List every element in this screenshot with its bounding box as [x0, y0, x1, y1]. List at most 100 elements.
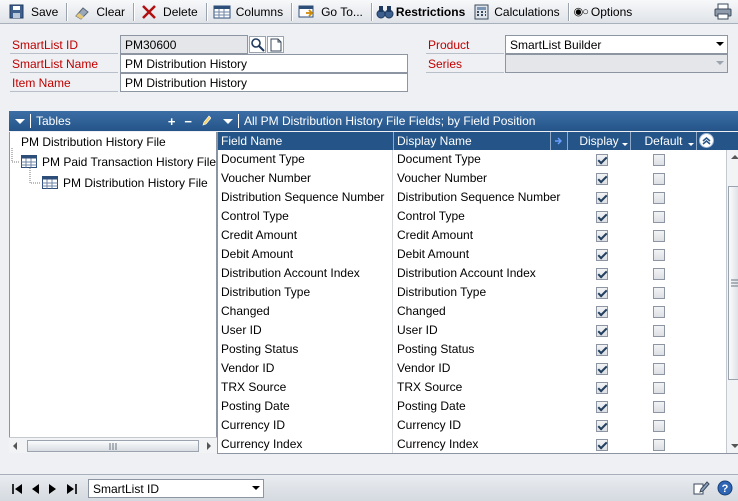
previous-record-icon[interactable]: [31, 484, 43, 494]
display-checkbox[interactable]: [596, 230, 608, 242]
display-name-cell[interactable]: Currency Index: [394, 435, 567, 453]
display-checkbox[interactable]: [596, 325, 608, 337]
field-name-cell[interactable]: Currency Index: [218, 435, 393, 453]
collapse-chevron-icon[interactable]: [223, 118, 233, 124]
sort-arrow-button[interactable]: [551, 132, 568, 150]
default-checkbox[interactable]: [653, 249, 665, 261]
display-checkbox[interactable]: [596, 363, 608, 375]
item-name-field[interactable]: PM Distribution History: [120, 73, 408, 92]
table-row[interactable]: Distribution Account Index Distribution A…: [218, 264, 715, 283]
display-checkbox[interactable]: [596, 401, 608, 413]
add-table-icon[interactable]: +: [168, 114, 176, 129]
scroll-thumb[interactable]: [27, 440, 199, 452]
collapse-rows-button[interactable]: [699, 133, 714, 148]
display-name-cell[interactable]: User ID: [394, 321, 567, 340]
default-checkbox[interactable]: [653, 192, 665, 204]
remove-table-icon[interactable]: −: [184, 114, 192, 129]
note-pencil-icon[interactable]: [692, 480, 710, 496]
table-row[interactable]: Control Type Control Type: [218, 207, 715, 226]
display-name-cell[interactable]: Credit Amount: [394, 226, 567, 245]
table-row[interactable]: Credit Amount Credit Amount: [218, 226, 715, 245]
default-checkbox[interactable]: [653, 344, 665, 356]
calculations-button[interactable]: Calculations: [471, 1, 565, 23]
display-checkbox[interactable]: [596, 268, 608, 280]
display-checkbox[interactable]: [596, 287, 608, 299]
table-row[interactable]: User ID User ID: [218, 321, 715, 340]
options-button[interactable]: ◉○ Options: [571, 1, 639, 23]
field-name-cell[interactable]: Vendor ID: [218, 359, 393, 378]
column-header-display-name[interactable]: Display Name: [394, 132, 551, 150]
last-record-icon[interactable]: [66, 484, 78, 494]
display-name-cell[interactable]: Distribution Sequence Number: [394, 188, 567, 207]
series-dropdown[interactable]: [505, 54, 728, 73]
display-name-cell[interactable]: Voucher Number: [394, 169, 567, 188]
field-name-cell[interactable]: Distribution Sequence Number: [218, 188, 393, 207]
table-row[interactable]: Document Type Document Type: [218, 150, 715, 169]
display-name-cell[interactable]: Document Type: [394, 150, 567, 169]
collapse-chevron-icon[interactable]: [15, 118, 25, 124]
table-row[interactable]: Currency ID Currency ID: [218, 416, 715, 435]
display-checkbox[interactable]: [596, 382, 608, 394]
field-name-cell[interactable]: Changed: [218, 302, 393, 321]
default-checkbox[interactable]: [653, 287, 665, 299]
print-icon[interactable]: [714, 3, 732, 20]
display-name-cell[interactable]: Debit Amount: [394, 245, 567, 264]
scroll-thumb[interactable]: [728, 186, 738, 380]
next-record-icon[interactable]: [48, 484, 60, 494]
table-row[interactable]: Distribution Sequence Number Distribution…: [218, 188, 715, 207]
table-row[interactable]: Currency Index Currency Index: [218, 435, 715, 453]
display-checkbox[interactable]: [596, 344, 608, 356]
columns-button[interactable]: Columns: [209, 1, 289, 23]
column-header-display[interactable]: Display: [568, 132, 631, 150]
display-checkbox[interactable]: [596, 192, 608, 204]
default-checkbox[interactable]: [653, 154, 665, 166]
smartlist-name-field[interactable]: PM Distribution History: [120, 54, 408, 73]
default-checkbox[interactable]: [653, 306, 665, 318]
sort-by-dropdown[interactable]: SmartList ID: [88, 479, 264, 498]
field-name-cell[interactable]: Voucher Number: [218, 169, 393, 188]
table-row[interactable]: Vendor ID Vendor ID: [218, 359, 715, 378]
display-checkbox[interactable]: [596, 439, 608, 451]
display-name-cell[interactable]: Control Type: [394, 207, 567, 226]
note-button[interactable]: [267, 36, 284, 53]
scroll-up-icon[interactable]: [731, 155, 738, 159]
display-name-cell[interactable]: TRX Source: [394, 378, 567, 397]
column-header-field-name[interactable]: Field Name: [218, 132, 394, 150]
display-name-cell[interactable]: Currency ID: [394, 416, 567, 435]
tree-item-root[interactable]: PM Distribution History File: [21, 135, 166, 149]
table-row[interactable]: Debit Amount Debit Amount: [218, 245, 715, 264]
default-checkbox[interactable]: [653, 230, 665, 242]
display-name-cell[interactable]: Distribution Type: [394, 283, 567, 302]
table-row[interactable]: Distribution Type Distribution Type: [218, 283, 715, 302]
display-name-cell[interactable]: Changed: [394, 302, 567, 321]
goto-button[interactable]: Go To...: [294, 1, 369, 23]
field-name-cell[interactable]: Distribution Type: [218, 283, 393, 302]
column-header-default[interactable]: Default: [631, 132, 697, 150]
field-name-cell[interactable]: User ID: [218, 321, 393, 340]
display-name-cell[interactable]: Distribution Account Index: [394, 264, 567, 283]
table-row[interactable]: TRX Source TRX Source: [218, 378, 715, 397]
grid-vertical-scrollbar[interactable]: [726, 150, 738, 453]
default-checkbox[interactable]: [653, 382, 665, 394]
table-row[interactable]: Changed Changed: [218, 302, 715, 321]
default-checkbox[interactable]: [653, 173, 665, 185]
help-icon[interactable]: ?: [717, 480, 733, 496]
display-checkbox[interactable]: [596, 154, 608, 166]
field-name-cell[interactable]: Posting Date: [218, 397, 393, 416]
default-checkbox[interactable]: [653, 325, 665, 337]
product-dropdown[interactable]: SmartList Builder: [505, 35, 728, 54]
scroll-right-icon[interactable]: [207, 442, 211, 450]
display-checkbox[interactable]: [596, 420, 608, 432]
default-checkbox[interactable]: [653, 363, 665, 375]
display-checkbox[interactable]: [596, 249, 608, 261]
default-checkbox[interactable]: [653, 268, 665, 280]
tables-horizontal-scrollbar[interactable]: [9, 437, 217, 453]
table-row[interactable]: Voucher Number Voucher Number: [218, 169, 715, 188]
edit-table-icon[interactable]: [201, 114, 212, 129]
field-name-cell[interactable]: Credit Amount: [218, 226, 393, 245]
display-name-cell[interactable]: Posting Status: [394, 340, 567, 359]
table-row[interactable]: Posting Status Posting Status: [218, 340, 715, 359]
tree-item-paid-transaction[interactable]: PM Paid Transaction History File: [21, 155, 216, 169]
field-name-cell[interactable]: Debit Amount: [218, 245, 393, 264]
display-checkbox[interactable]: [596, 306, 608, 318]
